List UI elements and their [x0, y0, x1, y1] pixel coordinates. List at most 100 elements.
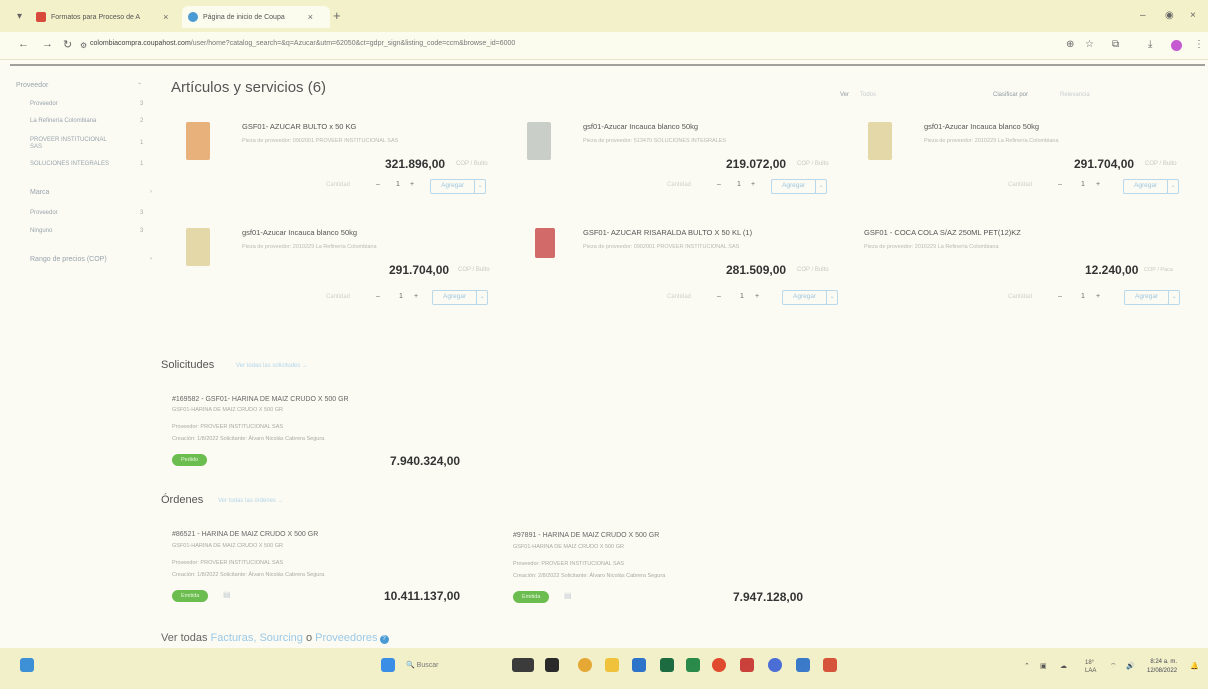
add-button[interactable]: Agregar ⌄	[771, 179, 828, 194]
tray-icon[interactable]: ▣	[1040, 662, 1047, 670]
product-card[interactable]: GSF01- AZUCAR RISARALDA BULTO X 50 KL (1…	[527, 224, 847, 324]
product-card[interactable]: GSF01 - COCA COLA S/AZ 250ML PET(12)KZ P…	[808, 224, 1181, 324]
product-name[interactable]: gsf01-Azucar Incauca blanco 50kg	[924, 122, 1039, 131]
app-icon[interactable]	[740, 658, 754, 672]
request-title[interactable]: #169582 - GSF01- HARINA DE MAIZ CRUDO X …	[172, 396, 349, 403]
search-box[interactable]: 🔍 Buscar	[406, 661, 438, 669]
tab-coupa[interactable]: Página de inicio de Coupa ×	[182, 6, 330, 28]
url-field[interactable]: colombiacompra.coupahost.com/user/home?c…	[90, 40, 515, 47]
product-name[interactable]: gsf01-Azucar Incauca blanco 50kg	[583, 122, 698, 131]
wifi-icon[interactable]: ⌔	[1110, 662, 1117, 671]
quantity-value[interactable]: 1	[737, 181, 741, 188]
download-icon[interactable]: ⤓	[1148, 39, 1152, 50]
notification-icon[interactable]: 🔔	[1190, 662, 1199, 670]
tray-icon[interactable]: ☁	[1060, 662, 1067, 670]
app-icon[interactable]	[578, 658, 592, 672]
product-image[interactable]	[186, 228, 210, 266]
app-icon[interactable]	[632, 658, 646, 672]
invoices-link[interactable]: Facturas,	[211, 632, 257, 644]
app-icon[interactable]	[823, 658, 837, 672]
minimize-icon[interactable]: –	[1140, 10, 1146, 21]
back-icon[interactable]: ←	[18, 38, 29, 50]
file-explorer-icon[interactable]	[605, 658, 619, 672]
volume-icon[interactable]: 🔊	[1126, 662, 1135, 670]
tab-search-icon[interactable]: ▾	[17, 11, 22, 22]
quantity-value[interactable]: 1	[740, 293, 744, 300]
word-icon[interactable]	[796, 658, 810, 672]
chevron-up-icon[interactable]: ⌃	[1024, 662, 1030, 670]
increment-icon[interactable]: +	[414, 293, 418, 300]
product-name[interactable]: GSF01 - COCA COLA S/AZ 250ML PET(12)KZ	[864, 228, 1021, 237]
add-button[interactable]: Agregar ⌄	[1124, 290, 1181, 305]
decrement-icon[interactable]: –	[1058, 181, 1062, 188]
increment-icon[interactable]: +	[1096, 181, 1100, 188]
increment-icon[interactable]: +	[755, 293, 759, 300]
increment-icon[interactable]: +	[751, 181, 755, 188]
decrement-icon[interactable]: –	[1058, 293, 1062, 300]
product-card[interactable]: gsf01-Azucar Incauca blanco 50kg Pieza d…	[527, 118, 847, 218]
add-button[interactable]: Agregar ⌄	[432, 290, 489, 305]
sourcing-link[interactable]: Sourcing	[259, 632, 302, 644]
order-title[interactable]: #86521 - HARINA DE MAIZ CRUDO X 500 GR	[172, 531, 318, 538]
close-icon[interactable]: ×	[163, 12, 168, 22]
help-icon[interactable]: ?	[379, 635, 389, 644]
filter-item[interactable]: La Refinería Colombiana	[30, 118, 100, 125]
quantity-value[interactable]: 1	[1081, 181, 1085, 188]
app-icon[interactable]	[512, 658, 534, 672]
chevron-down-icon[interactable]: ⌄	[1168, 290, 1181, 305]
new-tab-icon[interactable]: +	[333, 8, 341, 23]
product-name[interactable]: GSF01- AZUCAR BULTO x 50 KG	[242, 122, 356, 131]
product-image[interactable]	[186, 122, 210, 160]
product-image[interactable]	[868, 122, 892, 160]
close-window-icon[interactable]: ×	[1190, 10, 1196, 21]
widgets-icon[interactable]	[20, 658, 34, 672]
product-card[interactable]: gsf01-Azucar Incauca blanco 50kg Pieza d…	[186, 224, 506, 324]
star-icon[interactable]: ☆	[1085, 39, 1094, 50]
excel-icon[interactable]	[686, 658, 700, 672]
app-icon[interactable]	[660, 658, 674, 672]
app-icon[interactable]	[768, 658, 782, 672]
decrement-icon[interactable]: –	[717, 293, 721, 300]
view-select[interactable]: Todos	[860, 92, 876, 98]
weather-widget[interactable]: 18° LAA	[1085, 659, 1096, 675]
clock[interactable]: 8:24 a. m. 12/08/2022	[1147, 658, 1177, 676]
product-image[interactable]	[535, 228, 555, 258]
app-icon[interactable]	[545, 658, 559, 672]
zoom-icon[interactable]: ⊕	[1066, 39, 1074, 50]
avatar[interactable]	[1171, 40, 1182, 51]
filter-item[interactable]: Proveedor	[30, 101, 58, 107]
filter-item[interactable]: PROVEER INSTITUCIONAL SAS	[30, 137, 112, 151]
reload-icon[interactable]: ↻	[63, 38, 72, 51]
chevron-down-icon[interactable]: ⌄	[815, 179, 828, 194]
restore-icon[interactable]: ◉	[1165, 10, 1174, 21]
view-all-orders-link[interactable]: Ver todas las órdenes →	[218, 498, 284, 504]
chevron-up-icon[interactable]: ⌃	[137, 82, 142, 89]
document-icon[interactable]: ▤	[223, 590, 231, 599]
forward-icon[interactable]: →	[42, 38, 53, 50]
add-button[interactable]: Agregar ⌄	[1123, 179, 1180, 194]
filter-item[interactable]: SOLUCIONES INTEGRALES	[30, 161, 109, 167]
add-button[interactable]: Agregar ⌄	[430, 179, 487, 194]
start-icon[interactable]	[381, 658, 395, 672]
sort-select[interactable]: Relevancia	[1060, 92, 1090, 98]
document-icon[interactable]: ▤	[564, 591, 572, 600]
product-image[interactable]	[527, 122, 551, 160]
suppliers-link[interactable]: Proveedores	[315, 632, 377, 644]
close-icon[interactable]: ×	[308, 12, 313, 22]
filter-heading-brand[interactable]: Marca	[30, 189, 49, 196]
decrement-icon[interactable]: –	[376, 181, 380, 188]
increment-icon[interactable]: +	[410, 181, 414, 188]
increment-icon[interactable]: +	[1096, 293, 1100, 300]
site-info-icon[interactable]: ⚙	[80, 41, 87, 50]
chevron-right-icon[interactable]: ›	[150, 189, 152, 195]
filter-item[interactable]: Ninguno	[30, 228, 52, 234]
menu-icon[interactable]: ⋮	[1194, 39, 1204, 50]
chevron-right-icon[interactable]: ›	[150, 256, 152, 262]
filter-heading-supplier[interactable]: Proveedor	[16, 82, 48, 89]
extensions-icon[interactable]: ⧉	[1112, 39, 1119, 50]
chevron-down-icon[interactable]: ⌄	[1167, 179, 1180, 194]
product-card[interactable]: GSF01- AZUCAR BULTO x 50 KG Pieza de pro…	[186, 118, 506, 218]
filter-item[interactable]: Proveedor	[30, 210, 58, 216]
quantity-value[interactable]: 1	[396, 181, 400, 188]
filter-heading-price-range[interactable]: Rango de precios (COP)	[30, 256, 107, 263]
